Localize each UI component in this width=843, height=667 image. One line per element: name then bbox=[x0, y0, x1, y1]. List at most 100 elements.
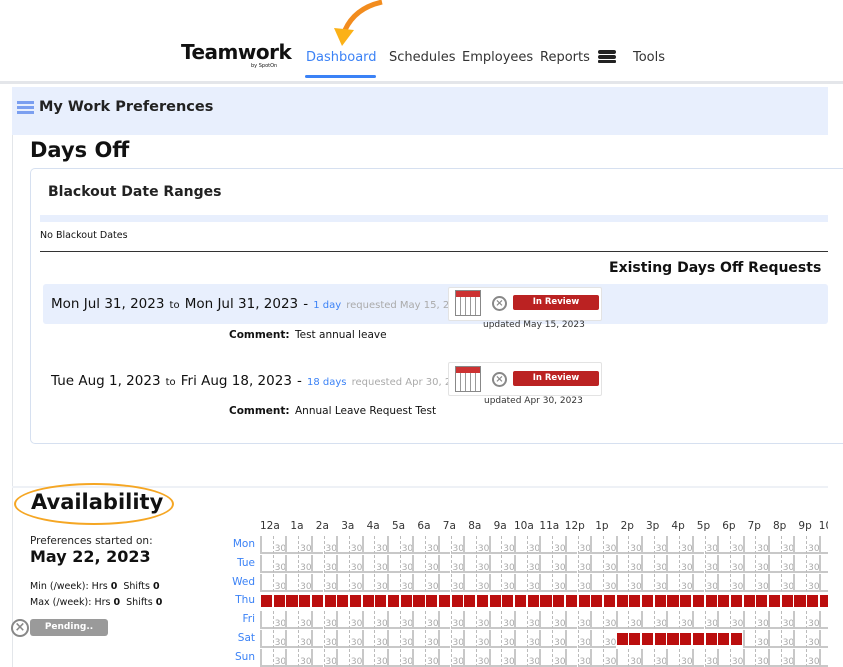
time-slot[interactable] bbox=[310, 536, 324, 554]
time-slot[interactable] bbox=[793, 554, 807, 573]
time-slot[interactable]: 30 bbox=[679, 648, 693, 667]
time-slot[interactable] bbox=[260, 554, 273, 573]
time-slot[interactable] bbox=[260, 648, 273, 667]
time-slot[interactable] bbox=[310, 554, 324, 573]
time-slot[interactable]: 30 bbox=[450, 611, 464, 630]
time-slot[interactable] bbox=[818, 648, 828, 667]
time-slot[interactable]: 30 bbox=[806, 536, 820, 554]
available-slot[interactable] bbox=[540, 595, 552, 608]
time-slot[interactable]: 30 bbox=[552, 554, 566, 573]
time-slot[interactable]: 30 bbox=[755, 573, 769, 592]
time-slot[interactable] bbox=[260, 630, 273, 648]
available-slot[interactable] bbox=[426, 595, 438, 608]
available-slot[interactable] bbox=[349, 595, 362, 608]
available-slot[interactable] bbox=[324, 595, 336, 608]
time-slot[interactable]: 30 bbox=[628, 648, 642, 667]
time-slot[interactable] bbox=[285, 554, 299, 573]
time-slot[interactable]: 30 bbox=[780, 554, 794, 573]
available-slot[interactable] bbox=[591, 595, 603, 608]
time-slot[interactable] bbox=[437, 573, 451, 592]
time-slot[interactable] bbox=[818, 554, 828, 573]
available-slot[interactable] bbox=[603, 595, 616, 608]
available-slot[interactable] bbox=[642, 633, 654, 645]
available-slot[interactable] bbox=[515, 595, 527, 608]
time-slot[interactable] bbox=[564, 630, 578, 648]
time-slot[interactable] bbox=[336, 630, 349, 648]
time-slot[interactable]: 30 bbox=[526, 611, 540, 630]
stack-icon[interactable] bbox=[598, 50, 616, 64]
time-slot[interactable]: 30 bbox=[653, 536, 667, 554]
available-slot[interactable] bbox=[413, 595, 425, 608]
time-slot[interactable] bbox=[387, 611, 400, 630]
time-slot[interactable]: 30 bbox=[552, 573, 566, 592]
time-slot[interactable] bbox=[336, 648, 349, 667]
time-slot[interactable] bbox=[361, 554, 375, 573]
time-slot[interactable]: 30 bbox=[679, 536, 693, 554]
time-slot[interactable]: 30 bbox=[806, 611, 820, 630]
time-slot[interactable] bbox=[691, 554, 705, 573]
time-slot[interactable]: 30 bbox=[577, 573, 591, 592]
time-slot[interactable] bbox=[285, 611, 299, 630]
time-slot[interactable]: 30 bbox=[374, 536, 388, 554]
time-slot[interactable] bbox=[768, 630, 781, 648]
time-slot[interactable] bbox=[437, 648, 451, 667]
time-slot[interactable] bbox=[412, 630, 426, 648]
time-slot[interactable]: 30 bbox=[399, 648, 413, 667]
time-slot[interactable] bbox=[564, 554, 578, 573]
available-slot[interactable] bbox=[794, 595, 806, 608]
time-slot[interactable]: 30 bbox=[475, 630, 489, 648]
available-slot[interactable] bbox=[705, 595, 717, 608]
time-slot[interactable]: 30 bbox=[425, 536, 439, 554]
time-slot[interactable]: 30 bbox=[729, 554, 743, 573]
menu-icon[interactable] bbox=[17, 101, 34, 115]
time-slot[interactable] bbox=[488, 573, 502, 592]
time-slot[interactable] bbox=[818, 536, 828, 554]
time-slot[interactable] bbox=[361, 573, 375, 592]
time-slot[interactable] bbox=[387, 648, 400, 667]
available-slot[interactable] bbox=[400, 595, 412, 608]
time-slot[interactable]: 30 bbox=[272, 536, 286, 554]
time-slot[interactable]: 30 bbox=[704, 536, 718, 554]
time-slot[interactable]: 30 bbox=[780, 611, 794, 630]
time-slot[interactable] bbox=[539, 648, 553, 667]
available-slot[interactable] bbox=[261, 595, 273, 608]
time-slot[interactable]: 30 bbox=[602, 536, 616, 554]
time-slot[interactable]: 30 bbox=[679, 573, 693, 592]
time-slot[interactable]: 30 bbox=[679, 611, 693, 630]
time-slot[interactable] bbox=[412, 554, 426, 573]
time-slot[interactable] bbox=[768, 536, 781, 554]
time-slot[interactable] bbox=[742, 611, 756, 630]
time-slot[interactable]: 30 bbox=[780, 630, 794, 648]
time-slot[interactable] bbox=[615, 573, 629, 592]
available-slot[interactable] bbox=[667, 633, 679, 645]
time-slot[interactable] bbox=[514, 611, 527, 630]
time-slot[interactable] bbox=[488, 611, 502, 630]
available-slot[interactable] bbox=[527, 595, 539, 608]
time-slot[interactable]: 30 bbox=[298, 648, 312, 667]
time-slot[interactable]: 30 bbox=[399, 611, 413, 630]
available-slot[interactable] bbox=[692, 595, 704, 608]
time-slot[interactable]: 30 bbox=[501, 648, 515, 667]
time-slot[interactable] bbox=[615, 648, 629, 667]
time-slot[interactable]: 30 bbox=[272, 611, 286, 630]
nav-tools[interactable]: Tools bbox=[633, 50, 665, 65]
time-slot[interactable] bbox=[717, 648, 730, 667]
time-slot[interactable] bbox=[437, 611, 451, 630]
time-slot[interactable] bbox=[514, 536, 527, 554]
time-slot[interactable] bbox=[539, 611, 553, 630]
time-slot[interactable]: 30 bbox=[298, 554, 312, 573]
time-slot[interactable]: 30 bbox=[450, 554, 464, 573]
time-slot[interactable] bbox=[412, 648, 426, 667]
available-slot[interactable] bbox=[438, 595, 450, 608]
time-slot[interactable]: 30 bbox=[374, 630, 388, 648]
time-slot[interactable] bbox=[412, 573, 426, 592]
time-slot[interactable] bbox=[361, 648, 375, 667]
time-slot[interactable]: 30 bbox=[755, 536, 769, 554]
time-slot[interactable] bbox=[615, 554, 629, 573]
time-slot[interactable] bbox=[793, 573, 807, 592]
time-slot[interactable]: 30 bbox=[780, 648, 794, 667]
time-slot[interactable] bbox=[488, 630, 502, 648]
time-slot[interactable]: 30 bbox=[475, 554, 489, 573]
cancel-request-icon[interactable]: × bbox=[492, 372, 507, 387]
available-slot[interactable] bbox=[388, 595, 400, 608]
